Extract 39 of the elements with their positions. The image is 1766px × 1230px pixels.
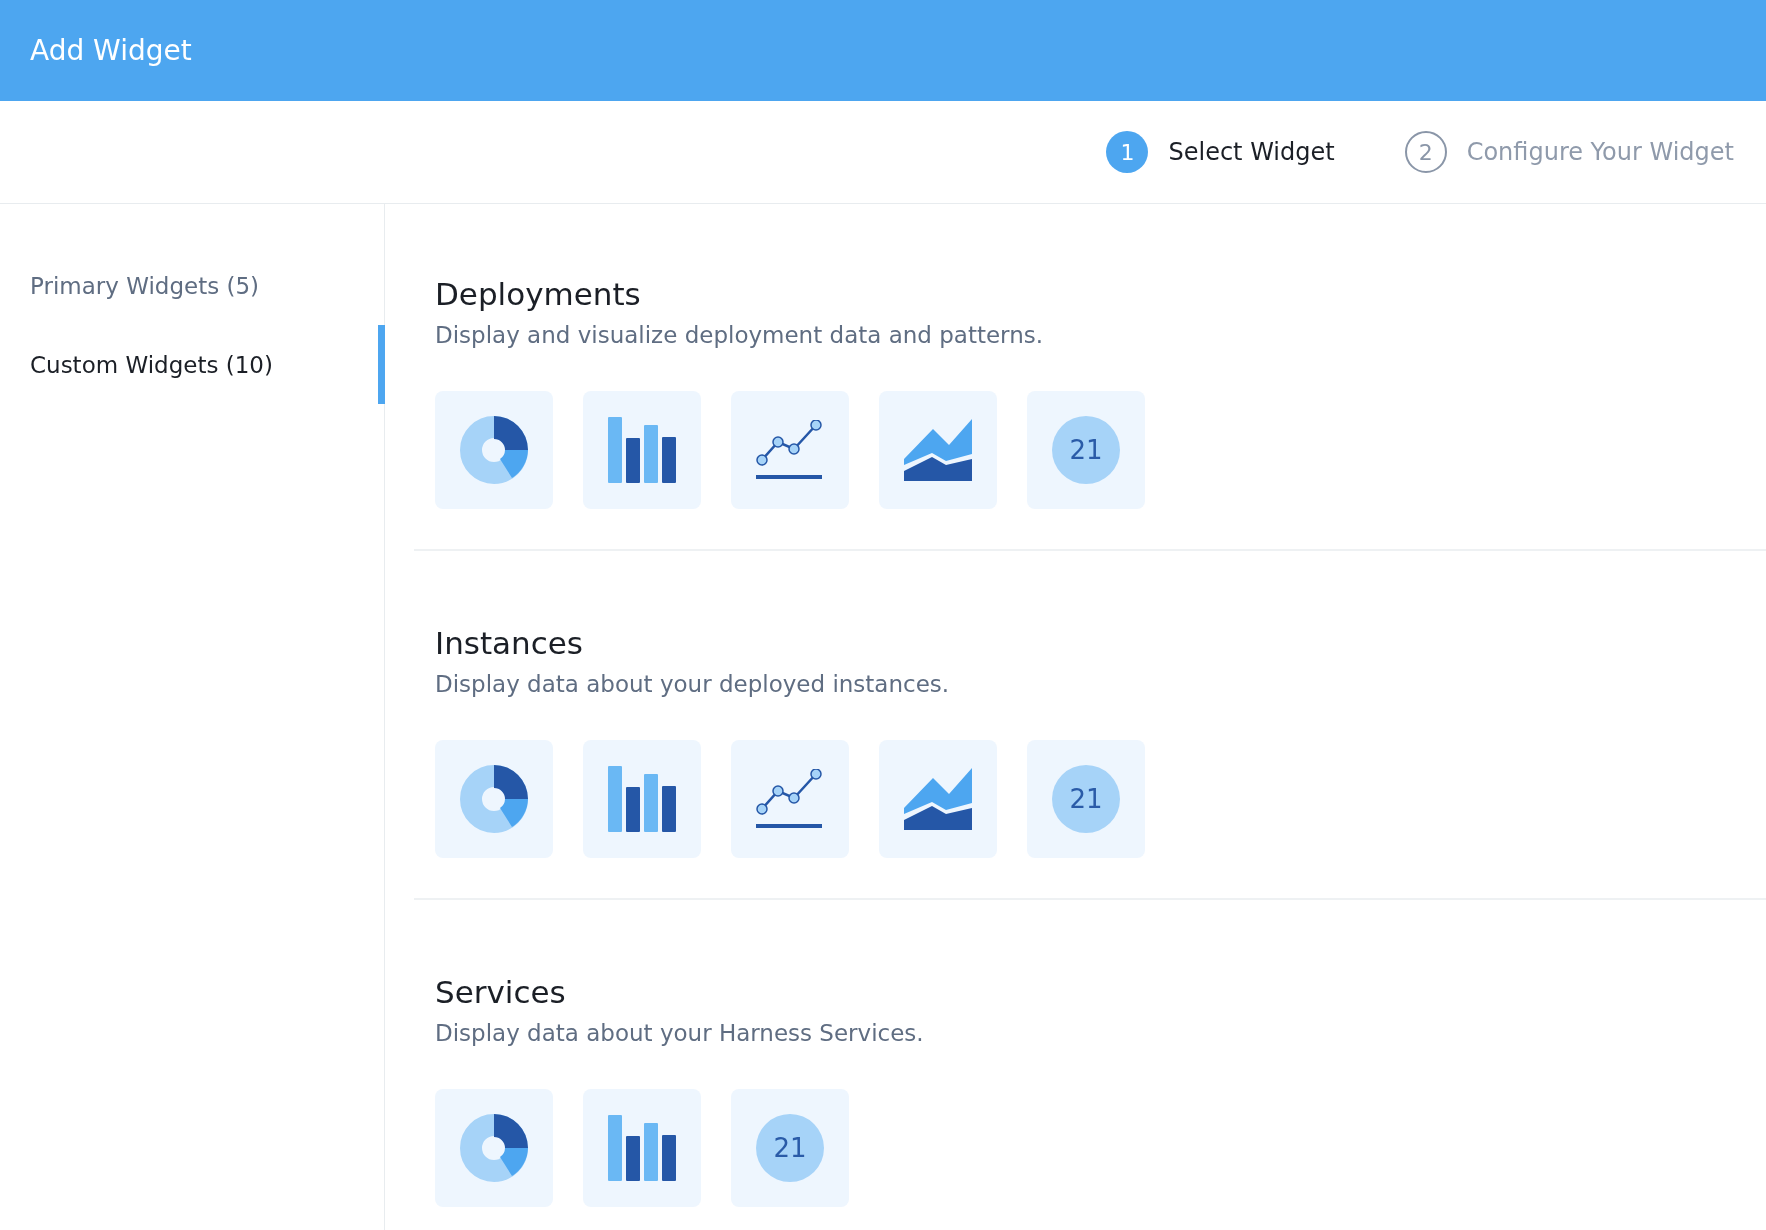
section-title: Services	[435, 974, 567, 1010]
section-title: Deployments	[435, 276, 642, 312]
section-title: Instances	[435, 625, 584, 661]
widget-tile[interactable]	[583, 1089, 701, 1207]
section-description: Display data about your Harness Services.	[435, 1020, 925, 1046]
widget-tile[interactable]	[435, 740, 553, 858]
bar-chart-icon	[608, 417, 676, 483]
donut-chart-icon	[460, 416, 528, 484]
widget-tile[interactable]	[879, 740, 997, 858]
step-number: 1	[1106, 131, 1149, 173]
number-badge: 21	[1052, 416, 1120, 484]
sidebar-item[interactable]: Primary Widgets (5)	[0, 246, 385, 325]
section-description: Display and visualize deployment data and patterns.	[435, 322, 1045, 348]
widget-tile[interactable]: 21	[731, 1089, 849, 1207]
widget-tile[interactable]	[879, 391, 997, 509]
area-chart-icon	[904, 768, 972, 830]
number-badge: 21	[1052, 765, 1120, 833]
donut-chart-icon	[460, 1114, 528, 1182]
line-chart-icon	[756, 769, 824, 829]
area-chart-icon	[904, 419, 972, 481]
widget-tile[interactable]	[583, 391, 701, 509]
widget-tile[interactable]	[731, 740, 849, 858]
step-number: 2	[1404, 131, 1447, 173]
widget-tile[interactable]	[435, 1089, 553, 1207]
bar-chart-icon	[608, 766, 676, 832]
widget-tile[interactable]: 21	[1027, 740, 1145, 858]
number-badge: 21	[756, 1114, 824, 1182]
section-description: Display data about your deployed instances.	[435, 671, 951, 697]
step-label: Select Widget	[1168, 138, 1335, 166]
donut-chart-icon	[460, 765, 528, 833]
widget-tile[interactable]	[731, 391, 849, 509]
bar-chart-icon	[608, 1115, 676, 1181]
sidebar-item[interactable]: Custom Widgets (10)	[0, 325, 385, 404]
step-label: Configure Your Widget	[1466, 138, 1734, 166]
line-chart-icon	[756, 420, 824, 480]
page-title: Add Widget	[30, 34, 192, 67]
widget-tile[interactable]	[583, 740, 701, 858]
widget-tile[interactable]: 21	[1027, 391, 1145, 509]
widget-tile[interactable]	[435, 391, 553, 509]
